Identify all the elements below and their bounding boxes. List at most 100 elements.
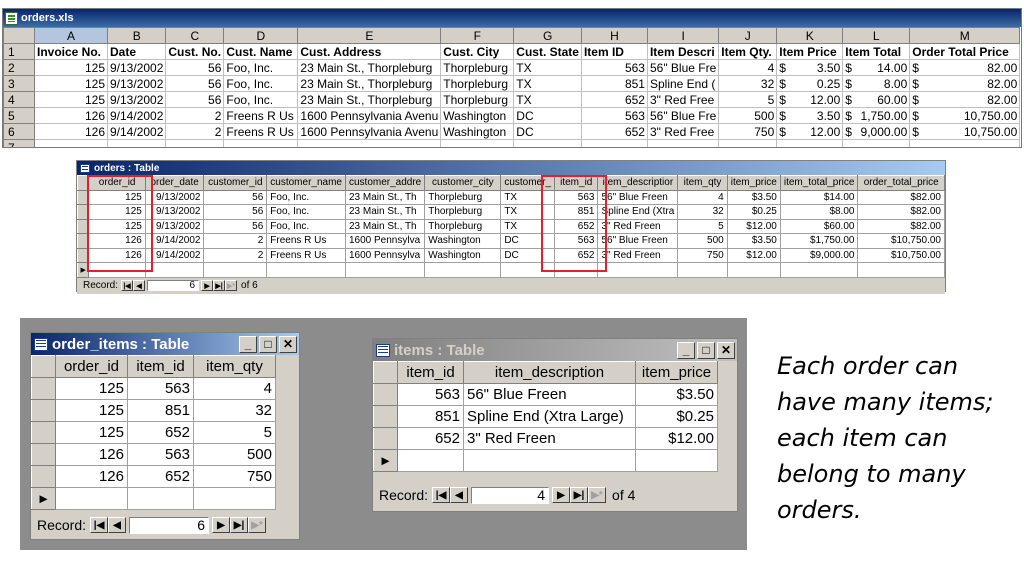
currency-cell[interactable]: $0.25 [776, 75, 844, 92]
column-letter-j[interactable]: J [718, 27, 778, 44]
datasheet-cell[interactable]: $12.00 [726, 247, 781, 263]
datasheet-cell[interactable]: $14.00 [779, 189, 859, 205]
cell[interactable]: 2 [165, 123, 225, 140]
cell[interactable]: 56 [165, 75, 225, 92]
close-icon[interactable]: ✕ [717, 341, 735, 359]
column-letter-b[interactable]: B [106, 27, 167, 44]
new-record-icon[interactable]: ▶* [588, 487, 607, 503]
datasheet-cell[interactable]: $10,750.00 [857, 247, 945, 263]
last-record-icon[interactable]: ▶| [570, 487, 589, 503]
cell[interactable] [297, 139, 442, 147]
row-selector[interactable] [31, 465, 56, 488]
cell[interactable]: 500 [718, 107, 778, 124]
currency-cell[interactable]: $12.00 [776, 123, 844, 140]
column-letter-e[interactable]: E [297, 27, 442, 44]
currency-cell[interactable]: $1,750.00 [842, 107, 911, 124]
next-record-icon[interactable]: ▶ [552, 487, 571, 503]
datasheet-cell[interactable]: 56 [203, 218, 268, 234]
cell[interactable]: 126 [34, 107, 108, 124]
cell[interactable]: 125 [34, 75, 108, 92]
header-cell[interactable]: Item Total [842, 43, 911, 60]
orders-table-window[interactable]: orders : Table order_id order_date custome… [76, 160, 946, 294]
first-record-icon[interactable]: |◀ [432, 487, 451, 503]
cell[interactable]: 23 Main St., Thorpleburg [297, 91, 442, 108]
cell[interactable] [842, 139, 911, 147]
current-record-arrow-icon[interactable]: ▶ [31, 487, 56, 510]
field-header[interactable]: customer_id [203, 175, 268, 191]
datasheet-cell[interactable] [144, 262, 205, 278]
cell[interactable]: 3" Red Free [646, 123, 720, 140]
row-selector[interactable] [31, 399, 56, 422]
column-letter-g[interactable]: G [513, 27, 582, 44]
header-cell[interactable]: Date [106, 43, 167, 60]
currency-cell[interactable]: $82.00 [909, 75, 1021, 92]
currency-cell[interactable]: $82.00 [909, 91, 1021, 108]
datasheet-cell[interactable]: 23 Main St., Th [344, 218, 426, 234]
items-table-window[interactable]: items : Table _ □ ✕ item_id item_descript… [372, 338, 738, 512]
datasheet-cell[interactable] [857, 262, 945, 278]
currency-cell[interactable]: $10,750.00 [909, 107, 1021, 124]
cell[interactable]: 652 [580, 123, 648, 140]
header-cell[interactable]: Cust. Name [223, 43, 299, 60]
cell[interactable]: 563 [580, 107, 648, 124]
orders-datasheet[interactable]: order_id order_date customer_id customer_na… [76, 175, 945, 278]
datasheet-cell[interactable]: Washington [424, 247, 502, 263]
datasheet-cell[interactable]: 851 [397, 405, 464, 428]
currency-cell[interactable]: $8.00 [842, 75, 911, 92]
datasheet-cell[interactable]: 563 [127, 377, 194, 400]
datasheet-cell[interactable]: 2 [203, 233, 268, 249]
datasheet-cell[interactable]: $9,000.00 [779, 247, 859, 263]
header-cell[interactable]: Item Price [776, 43, 844, 60]
field-header[interactable]: order_id [55, 355, 128, 378]
field-header[interactable]: item_description [463, 361, 636, 384]
cell[interactable] [440, 139, 515, 147]
cell[interactable]: 3" Red Free [646, 91, 720, 108]
datasheet-cell[interactable]: 652 [127, 421, 194, 444]
currency-cell[interactable]: $60.00 [842, 91, 911, 108]
record-number-input[interactable]: 4 [471, 486, 550, 504]
datasheet-cell[interactable]: 9/13/2002 [144, 218, 205, 234]
field-header[interactable]: order_total_price [857, 175, 945, 191]
datasheet-cell[interactable]: 56" Blue Freen [463, 383, 636, 406]
datasheet-cell[interactable]: $82.00 [857, 189, 945, 205]
datasheet-cell[interactable]: Foo, Inc. [266, 218, 346, 234]
datasheet-cell[interactable]: Washington [424, 233, 502, 249]
header-cell[interactable]: Invoice No. [34, 43, 108, 60]
datasheet-cell[interactable] [55, 487, 128, 510]
row-selector[interactable] [373, 427, 398, 450]
datasheet-cell[interactable]: 9/14/2002 [144, 233, 205, 249]
cell[interactable]: Foo, Inc. [223, 75, 299, 92]
cell[interactable]: 56 [165, 59, 225, 76]
cell[interactable] [165, 139, 225, 147]
new-record-icon[interactable]: ▶* [248, 517, 267, 533]
datasheet-cell[interactable]: 23 Main St., Th [344, 204, 426, 220]
cell[interactable]: 56 [165, 91, 225, 108]
cell[interactable]: 9/13/2002 [106, 91, 167, 108]
header-cell[interactable]: Item ID [580, 43, 648, 60]
header-cell[interactable]: Cust. Address [297, 43, 442, 60]
cell[interactable]: TX [513, 91, 582, 108]
datasheet-cell[interactable]: 1600 Pennsylva [344, 233, 426, 249]
maximize-icon[interactable]: □ [697, 341, 715, 359]
cell[interactable]: 851 [580, 75, 648, 92]
datasheet-cell[interactable]: 126 [55, 443, 128, 466]
row-selector-header[interactable] [373, 361, 398, 384]
datasheet-cell[interactable]: 5 [677, 218, 728, 234]
last-record-icon[interactable]: ▶| [213, 280, 226, 291]
next-record-icon[interactable]: ▶ [212, 517, 231, 533]
cell[interactable]: 4 [718, 59, 778, 76]
minimize-icon[interactable]: _ [239, 335, 257, 353]
column-letter-d[interactable]: D [223, 27, 299, 44]
order-items-table-window[interactable]: order_items : Table _ □ ✕ order_id item_i… [30, 332, 300, 540]
datasheet-cell[interactable]: $3.50 [635, 383, 718, 406]
field-header[interactable]: item_qty [193, 355, 276, 378]
datasheet-cell[interactable]: $1,750.00 [779, 233, 859, 249]
datasheet-cell[interactable]: $12.00 [726, 218, 781, 234]
items-datasheet[interactable]: item_id item_description item_price 563 56" … [373, 361, 718, 472]
datasheet-cell[interactable] [266, 262, 346, 278]
cell[interactable] [909, 139, 1021, 147]
cell[interactable]: 2 [165, 107, 225, 124]
cell[interactable]: 1600 Pennsylvania Avenu [297, 123, 442, 140]
cell[interactable]: Foo, Inc. [223, 59, 299, 76]
cell[interactable] [223, 139, 299, 147]
